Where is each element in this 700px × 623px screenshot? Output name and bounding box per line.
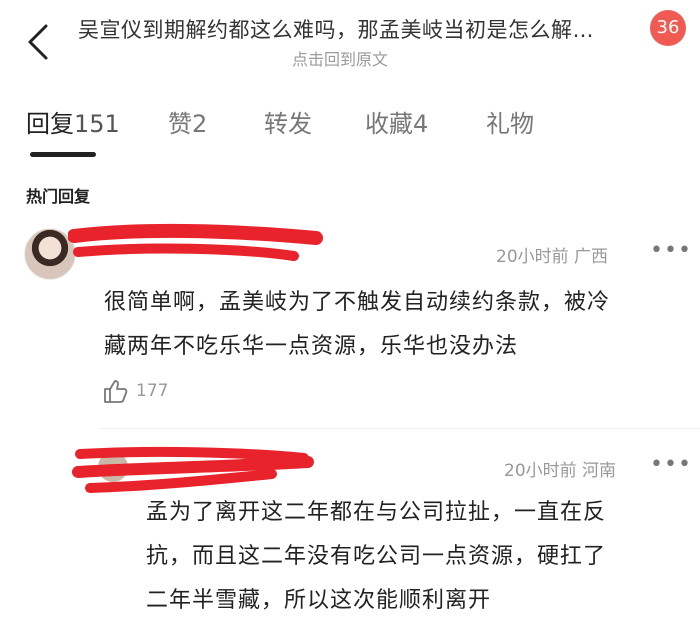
- tab-label: 赞: [168, 110, 192, 138]
- tab-likes[interactable]: 赞2: [168, 104, 207, 139]
- tab-replies[interactable]: 回复151: [26, 104, 120, 139]
- comment-line: 很简单啊，孟美岐为了不触发自动续约条款，被冷: [104, 290, 611, 315]
- like-count: 177: [136, 381, 169, 401]
- comment-line: 藏两年不吃乐华一点资源，乐华也没办法: [104, 334, 519, 359]
- tab-count: 2: [192, 110, 208, 138]
- comment-line: 二年半雪藏，所以这次能顺利离开: [146, 588, 492, 613]
- active-tab-indicator: [30, 152, 96, 157]
- back-to-post-link[interactable]: 点击回到原文: [292, 46, 388, 70]
- comment-meta: 20小时前 河南: [504, 456, 616, 481]
- section-title: 热门回复: [26, 187, 91, 206]
- comment-location: 河南: [582, 461, 617, 481]
- chevron-left-icon: [28, 24, 48, 60]
- more-icon: •••: [650, 238, 692, 263]
- comment-time: 20小时前: [496, 247, 569, 267]
- like-button[interactable]: 177: [102, 378, 168, 404]
- back-button[interactable]: [22, 22, 62, 62]
- notification-badge[interactable]: 36: [650, 10, 686, 46]
- more-options-button[interactable]: •••: [650, 452, 692, 477]
- tab-count: 151: [74, 110, 120, 138]
- comment-body: 孟为了离开这二年都在与公司拉扯，一直在反 抗，而且这二年没有吃公司一点资源，硬扛…: [146, 491, 686, 623]
- comment-meta: 20小时前 广西: [496, 242, 608, 267]
- tab-label: 回复: [26, 110, 74, 138]
- tab-gifts[interactable]: 礼物: [486, 104, 534, 139]
- tab-label: 转发: [264, 110, 312, 138]
- tab-count: 4: [413, 110, 429, 138]
- comment-line: 抗，而且这二年没有吃公司一点资源，硬扛了: [146, 544, 607, 569]
- thumbs-up-icon: [104, 380, 128, 403]
- comment-time: 20小时前: [504, 461, 577, 481]
- more-icon: •••: [650, 452, 692, 477]
- comment-divider: [100, 428, 700, 429]
- tab-label: 礼物: [486, 110, 534, 138]
- tab-reposts[interactable]: 转发: [264, 104, 312, 139]
- comment-body: 很简单啊，孟美岐为了不触发自动续约条款，被冷 藏两年不吃乐华一点资源，乐华也没办…: [104, 281, 684, 369]
- tab-label: 收藏: [365, 110, 413, 138]
- comment-location: 广西: [574, 247, 609, 267]
- more-options-button[interactable]: •••: [650, 238, 692, 263]
- post-title[interactable]: 吴宣仪到期解约都这么难吗，那孟美岐当初是怎么解…: [78, 14, 638, 44]
- comment-line: 孟为了离开这二年都在与公司拉扯，一直在反: [146, 500, 607, 525]
- redaction-mark: [68, 223, 323, 261]
- tab-favorites[interactable]: 收藏4: [365, 104, 428, 139]
